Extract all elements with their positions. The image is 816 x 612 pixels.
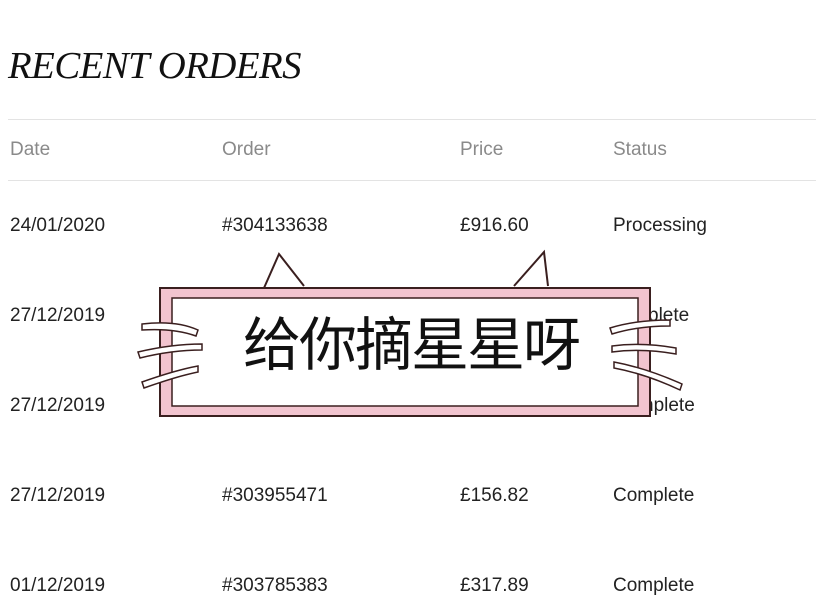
column-header-price: Price	[460, 139, 504, 160]
order-number-link[interactable]: #303955471	[222, 485, 328, 507]
order-date: 01/12/2019	[10, 575, 106, 596]
order-date: 27/12/2019	[10, 305, 106, 326]
order-number-link[interactable]: #304133638	[222, 215, 328, 237]
order-price: £317.89	[460, 575, 529, 596]
order-date: 24/01/2020	[10, 215, 106, 236]
column-header-order: Order	[222, 139, 271, 160]
order-price: £156.82	[460, 485, 529, 506]
order-date: 27/12/2019	[10, 395, 106, 416]
column-header-status: Status	[613, 139, 667, 160]
order-status: Processing	[613, 215, 707, 236]
header-top-divider	[8, 119, 816, 120]
order-status: Complete	[613, 575, 695, 596]
page-title: RECENT ORDERS	[8, 45, 302, 87]
order-number-link[interactable]: #303785383	[222, 575, 328, 597]
order-price: £916.60	[460, 215, 529, 236]
order-date: 27/12/2019	[10, 485, 106, 506]
cat-sticker-overlay: 给你摘星星呀	[136, 240, 696, 440]
sticker-caption: 给你摘星星呀	[242, 311, 581, 379]
header-bottom-divider	[8, 180, 816, 181]
order-status: Complete	[613, 485, 695, 506]
column-header-date: Date	[10, 139, 51, 160]
